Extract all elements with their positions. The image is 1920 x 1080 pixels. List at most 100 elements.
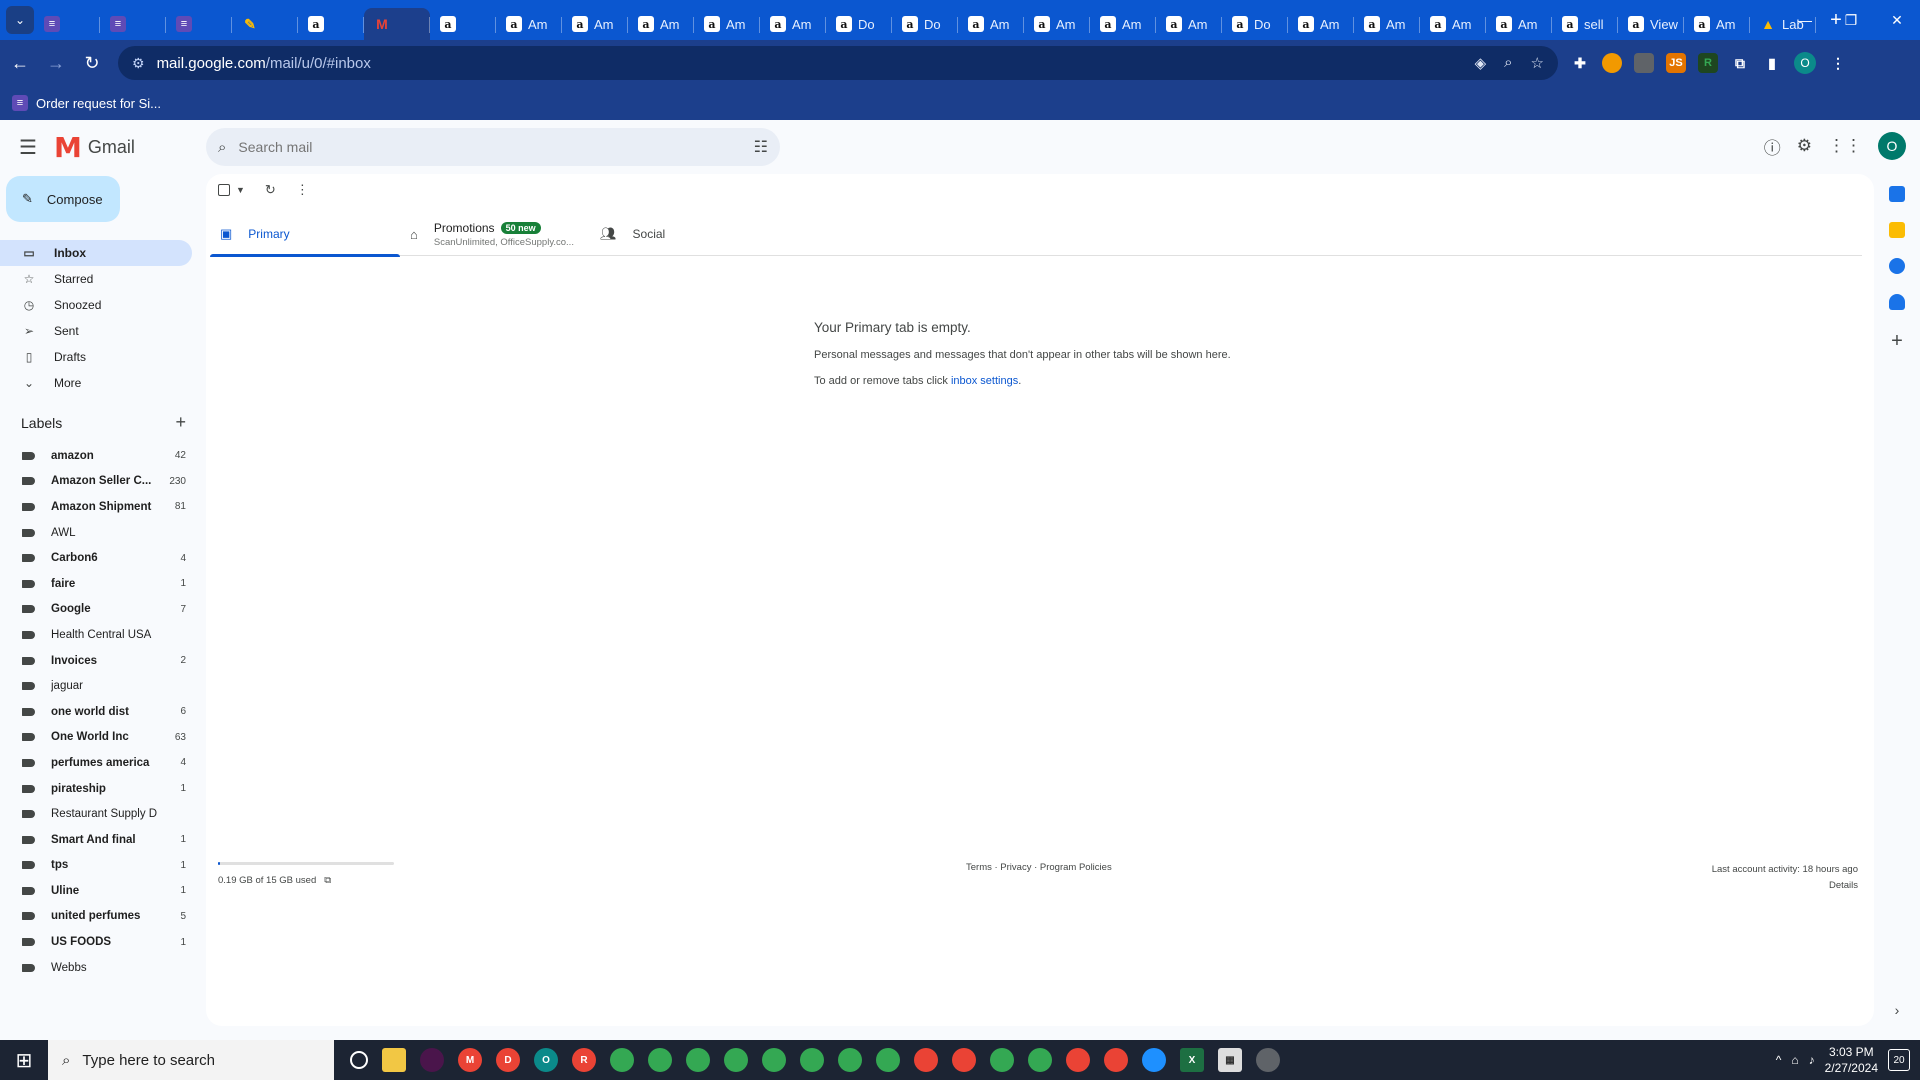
browser-tab[interactable]: ≡: [166, 8, 232, 40]
bookmark-star-icon[interactable]: ☆: [1531, 54, 1544, 72]
extensions-menu-icon[interactable]: ⧉: [1730, 53, 1750, 73]
add-addon-icon[interactable]: +: [1891, 330, 1903, 353]
more-options-icon[interactable]: ⋮: [296, 182, 309, 198]
label-item[interactable]: pirateship 1: [0, 776, 186, 802]
calculator-icon[interactable]: ▦: [1218, 1048, 1242, 1072]
settings-gear-icon[interactable]: ⚙: [1797, 136, 1812, 156]
browser-tab[interactable]: a: [298, 8, 364, 40]
browser-tab[interactable]: a Am: [1354, 8, 1420, 40]
lens-icon[interactable]: ◈: [1475, 54, 1487, 72]
label-item[interactable]: Google 7: [0, 597, 186, 623]
chrome-icon[interactable]: [648, 1048, 672, 1072]
chrome-icon[interactable]: [952, 1048, 976, 1072]
keep-icon[interactable]: [1889, 222, 1905, 238]
account-avatar[interactable]: O: [1878, 132, 1906, 160]
address-bar[interactable]: ⚙ mail.google.com/mail/u/0/#inbox ◈ ⌕ ☆: [118, 46, 1558, 80]
label-item[interactable]: amazon 42: [0, 443, 186, 469]
minimize-icon[interactable]: —: [1782, 0, 1828, 40]
excel-icon[interactable]: X: [1180, 1048, 1204, 1072]
chrome-icon[interactable]: [838, 1048, 862, 1072]
file-explorer-icon[interactable]: [382, 1048, 406, 1072]
browser-tab[interactable]: ✎: [232, 8, 298, 40]
chrome-icon[interactable]: [686, 1048, 710, 1072]
label-item[interactable]: faire 1: [0, 571, 186, 597]
clock[interactable]: 3:03 PM 2/27/2024: [1825, 1044, 1878, 1076]
tray-overflow-icon[interactable]: ^: [1776, 1053, 1782, 1067]
gmail-logo[interactable]: M Gmail: [54, 131, 135, 164]
inbox-settings-link[interactable]: inbox settings: [951, 375, 1018, 387]
site-info-icon[interactable]: ⚙: [132, 55, 145, 72]
close-icon[interactable]: ✕: [1874, 0, 1920, 40]
sidebar-item-snoozed[interactable]: ◷ Snoozed: [0, 292, 192, 318]
browser-tab[interactable]: a sell: [1552, 8, 1618, 40]
label-item[interactable]: AWL: [0, 520, 186, 546]
search-icon[interactable]: ⌕: [218, 139, 226, 156]
browser-tab[interactable]: a Am: [1156, 8, 1222, 40]
sidebar-item-inbox[interactable]: ▭ Inbox: [0, 240, 192, 266]
browser-tab[interactable]: a Do: [1222, 8, 1288, 40]
extension-green-icon[interactable]: R: [1698, 53, 1718, 73]
label-item[interactable]: US FOODS 1: [0, 929, 186, 955]
label-item[interactable]: Health Central USA: [0, 622, 186, 648]
browser-tab[interactable]: a View: [1618, 8, 1684, 40]
label-item[interactable]: One World Inc 63: [0, 725, 186, 751]
label-item[interactable]: Amazon Shipment 81: [0, 494, 186, 520]
chrome-icon[interactable]: [876, 1048, 900, 1072]
chevron-right-icon[interactable]: ›: [1895, 1002, 1900, 1018]
label-item[interactable]: Webbs: [0, 955, 186, 981]
label-item[interactable]: Carbon6 4: [0, 545, 186, 571]
browser-tab[interactable]: a Am: [694, 8, 760, 40]
browser-tab[interactable]: a Do: [892, 8, 958, 40]
label-item[interactable]: one world dist 6: [0, 699, 186, 725]
browser-menu-icon[interactable]: ⋮: [1828, 53, 1848, 73]
browser-tab[interactable]: a: [430, 8, 496, 40]
tab-primary[interactable]: ▣ Primary: [210, 212, 400, 257]
chrome-icon[interactable]: [762, 1048, 786, 1072]
browser-tab[interactable]: ≡: [34, 8, 100, 40]
select-checkbox[interactable]: ▼: [218, 184, 245, 196]
extension-grid-icon[interactable]: [1634, 53, 1654, 73]
activity-details-link[interactable]: Details: [1712, 878, 1858, 894]
taskbar-search[interactable]: ⌕ Type here to search: [48, 1040, 334, 1080]
volume-icon[interactable]: ♪: [1809, 1053, 1815, 1067]
slack-icon[interactable]: [420, 1048, 444, 1072]
external-link-icon[interactable]: ⧉: [324, 875, 331, 886]
chrome-icon[interactable]: O: [534, 1048, 558, 1072]
label-item[interactable]: tps 1: [0, 853, 186, 879]
policy-links[interactable]: Terms · Privacy · Program Policies: [966, 862, 1112, 873]
sidebar-item-sent[interactable]: ➢ Sent: [0, 318, 192, 344]
browser-tab[interactable]: a Am: [562, 8, 628, 40]
zoom-icon[interactable]: ⌕: [1504, 54, 1512, 72]
label-item[interactable]: Uline 1: [0, 878, 186, 904]
chrome-icon[interactable]: [724, 1048, 748, 1072]
compose-button[interactable]: ✎ Compose: [6, 176, 120, 222]
chrome-icon[interactable]: [990, 1048, 1014, 1072]
refresh-icon[interactable]: ↻: [265, 182, 276, 198]
browser-tab[interactable]: a Am: [1024, 8, 1090, 40]
sidebar-item-more[interactable]: ⌄ More: [0, 370, 192, 396]
label-item[interactable]: Restaurant Supply D: [0, 801, 186, 827]
browser-tab[interactable]: a Am: [1486, 8, 1552, 40]
chrome-icon[interactable]: [1028, 1048, 1052, 1072]
label-item[interactable]: jaguar: [0, 673, 186, 699]
back-icon[interactable]: ←: [4, 47, 36, 79]
bookmark-order-request[interactable]: ≡ Order request for Si...: [12, 95, 161, 111]
tab-promotions[interactable]: ⌂ Promotions 50 new ScanUnlimited, Offic…: [400, 212, 590, 256]
search-options-icon[interactable]: ☷: [754, 137, 768, 157]
restore-icon[interactable]: ❐: [1828, 0, 1874, 40]
chrome-icon[interactable]: [1104, 1048, 1128, 1072]
chrome-icon[interactable]: [1066, 1048, 1090, 1072]
help-icon[interactable]: ⓘ: [1764, 134, 1781, 159]
chrome-icon[interactable]: R: [572, 1048, 596, 1072]
browser-tab[interactable]: a Am: [628, 8, 694, 40]
forward-icon[interactable]: →: [40, 47, 72, 79]
label-item[interactable]: Smart And final 1: [0, 827, 186, 853]
tab-social[interactable]: 👥︎ Social: [590, 212, 780, 256]
browser-tab[interactable]: a Am: [1684, 8, 1750, 40]
label-item[interactable]: Invoices 2: [0, 648, 186, 674]
windows-start-icon[interactable]: ⊞: [0, 1040, 48, 1080]
browser-tab[interactable]: a Am: [1420, 8, 1486, 40]
browser-tab[interactable]: a Am: [958, 8, 1024, 40]
chrome-icon[interactable]: [914, 1048, 938, 1072]
create-label-icon[interactable]: +: [175, 412, 186, 433]
